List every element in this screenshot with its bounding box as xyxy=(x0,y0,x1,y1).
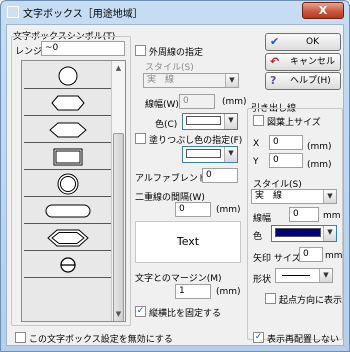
list-item[interactable] xyxy=(24,171,124,197)
circle-symbol-icon xyxy=(58,66,78,86)
close-button[interactable]: X xyxy=(302,2,344,19)
alpha-input[interactable]: 0 xyxy=(202,168,238,183)
list-item[interactable] xyxy=(24,63,124,89)
chevron-down-icon[interactable]: ▼ xyxy=(323,190,336,203)
layer-input[interactable]: ~0 xyxy=(41,41,125,56)
fill-checkbox[interactable] xyxy=(135,133,146,144)
no-rearrange-label: 表示再配置しない xyxy=(267,335,340,345)
double-circle-symbol-icon xyxy=(57,173,79,195)
cancel-button[interactable]: ↶ キャンセル xyxy=(265,53,341,71)
margin-unit: (mm) xyxy=(216,287,241,297)
leader-width-input[interactable]: 0 xyxy=(289,207,319,222)
leader-color-label: 色 xyxy=(253,232,263,242)
preview-text: Text xyxy=(176,235,200,248)
double-rectangle-symbol-icon xyxy=(53,148,83,166)
margin-input[interactable]: 1 xyxy=(175,284,211,299)
above-size-checkbox[interactable] xyxy=(253,115,264,126)
style-select[interactable]: 実 線 ▼ xyxy=(143,73,239,88)
outer-border-label: 外周線の指定 xyxy=(149,48,204,58)
leader-width-unit: mm xyxy=(323,211,341,221)
preview-box: Text xyxy=(135,221,241,263)
arrow-size-input[interactable]: 0 xyxy=(299,247,323,262)
start-direction-checkbox[interactable] xyxy=(265,293,276,304)
leader-style-value: 実 線 xyxy=(255,191,283,201)
style-label: スタイル(S) xyxy=(145,63,194,73)
symbol-list-scrollbar[interactable]: ▲ ▼ xyxy=(111,61,125,321)
alpha-label: アルファブレンド xyxy=(135,174,207,184)
leader-width-label: 線幅 xyxy=(253,214,272,224)
list-item[interactable] xyxy=(24,117,124,143)
fix-ratio-checkbox[interactable]: ✓ xyxy=(135,306,146,317)
theta-symbol-icon xyxy=(60,257,76,273)
leader-color-select[interactable]: ▼ xyxy=(271,225,337,242)
y-unit: (mm) xyxy=(307,160,332,170)
dialog-body: 文字ボックスシンボル(T) レンジ ~0 ▲ ▼ 外周線の指定 スタイル(S) … xyxy=(6,24,344,346)
no-rearrange-checkbox[interactable]: ✓ xyxy=(253,332,264,343)
undo-icon: ↶ xyxy=(270,55,280,68)
disable-checkbox[interactable] xyxy=(15,332,26,343)
rounded-rectangle-symbol-icon xyxy=(45,204,91,218)
width-label: 線幅(W) xyxy=(145,100,179,110)
fix-ratio-label: 縦横比を固定する xyxy=(149,309,222,319)
scroll-up-icon[interactable]: ▲ xyxy=(112,61,125,75)
shape-select[interactable]: ▼ xyxy=(275,268,333,283)
y-input[interactable]: 0 xyxy=(269,153,303,168)
above-size-label: 図葉上サイズ xyxy=(267,118,321,128)
chevron-down-icon[interactable]: ▼ xyxy=(323,226,336,241)
chevron-down-icon[interactable]: ▼ xyxy=(225,74,238,87)
border-color-select[interactable]: ▼ xyxy=(182,113,238,130)
arrow-size-unit: mm xyxy=(325,251,343,261)
fill-label: 塗りつぶし色の指定(F) xyxy=(149,136,243,146)
list-item[interactable] xyxy=(24,252,124,278)
y-label: Y xyxy=(253,157,259,167)
rounded-hexagon-symbol-icon xyxy=(51,95,85,111)
chevron-down-icon[interactable]: ▼ xyxy=(224,147,237,162)
double-gap-unit: (mm) xyxy=(216,205,241,215)
width-input[interactable]: 0 xyxy=(179,94,215,109)
margin-label: 文字とのマージン(M) xyxy=(135,274,222,284)
hexagon-symbol-icon xyxy=(49,122,87,138)
style-select-value: 実 線 xyxy=(147,75,175,85)
help-icon: ? xyxy=(270,74,277,87)
scroll-down-icon[interactable]: ▼ xyxy=(112,307,125,321)
layer-label: レンジ xyxy=(15,47,43,57)
x-unit: (mm) xyxy=(307,142,332,152)
list-item[interactable] xyxy=(24,198,124,224)
border-color-swatch xyxy=(186,116,221,125)
window-icon xyxy=(7,6,19,18)
fill-color-select[interactable]: ▼ xyxy=(182,146,238,163)
checkmark-icon: ✔ xyxy=(270,35,280,48)
chevron-down-icon[interactable]: ▼ xyxy=(224,114,237,129)
start-direction-label: 起点方向に表示 xyxy=(279,296,343,306)
outer-border-checkbox[interactable] xyxy=(135,45,146,56)
shape-label: 形状 xyxy=(253,275,272,285)
ok-button[interactable]: ✔ OK xyxy=(265,33,341,51)
list-item[interactable] xyxy=(24,144,124,170)
arrow-size-label: 矢印 サイズ xyxy=(253,254,301,264)
help-button[interactable]: ? ヘルプ(H) xyxy=(265,72,341,90)
color-label: 色(C) xyxy=(155,120,178,130)
scroll-thumb[interactable] xyxy=(113,133,124,321)
double-gap-input[interactable]: 0 xyxy=(175,202,211,217)
symbol-list[interactable]: ▲ ▼ xyxy=(21,60,126,322)
window-title: 文字ボックス［用途地域］ xyxy=(23,9,143,20)
leader-color-swatch xyxy=(275,228,321,237)
width-unit: (mm) xyxy=(222,97,247,107)
title-bar: 文字ボックス［用途地域］ X xyxy=(1,1,349,23)
x-input[interactable]: 0 xyxy=(269,135,303,150)
list-item[interactable] xyxy=(24,225,124,251)
double-hexagon-symbol-icon xyxy=(47,229,89,247)
list-item[interactable] xyxy=(24,90,124,116)
dialog-window: 文字ボックス［用途地域］ X 文字ボックスシンボル(T) レンジ ~0 ▲ ▼ … xyxy=(0,0,350,352)
line-shape-icon xyxy=(282,275,310,276)
leader-style-select[interactable]: 実 線 ▼ xyxy=(251,189,337,204)
fill-color-swatch xyxy=(186,149,221,158)
chevron-down-icon[interactable]: ▼ xyxy=(319,269,332,282)
x-label: X xyxy=(253,139,260,149)
disable-label: この文字ボックス設定を無効にする xyxy=(29,335,173,345)
